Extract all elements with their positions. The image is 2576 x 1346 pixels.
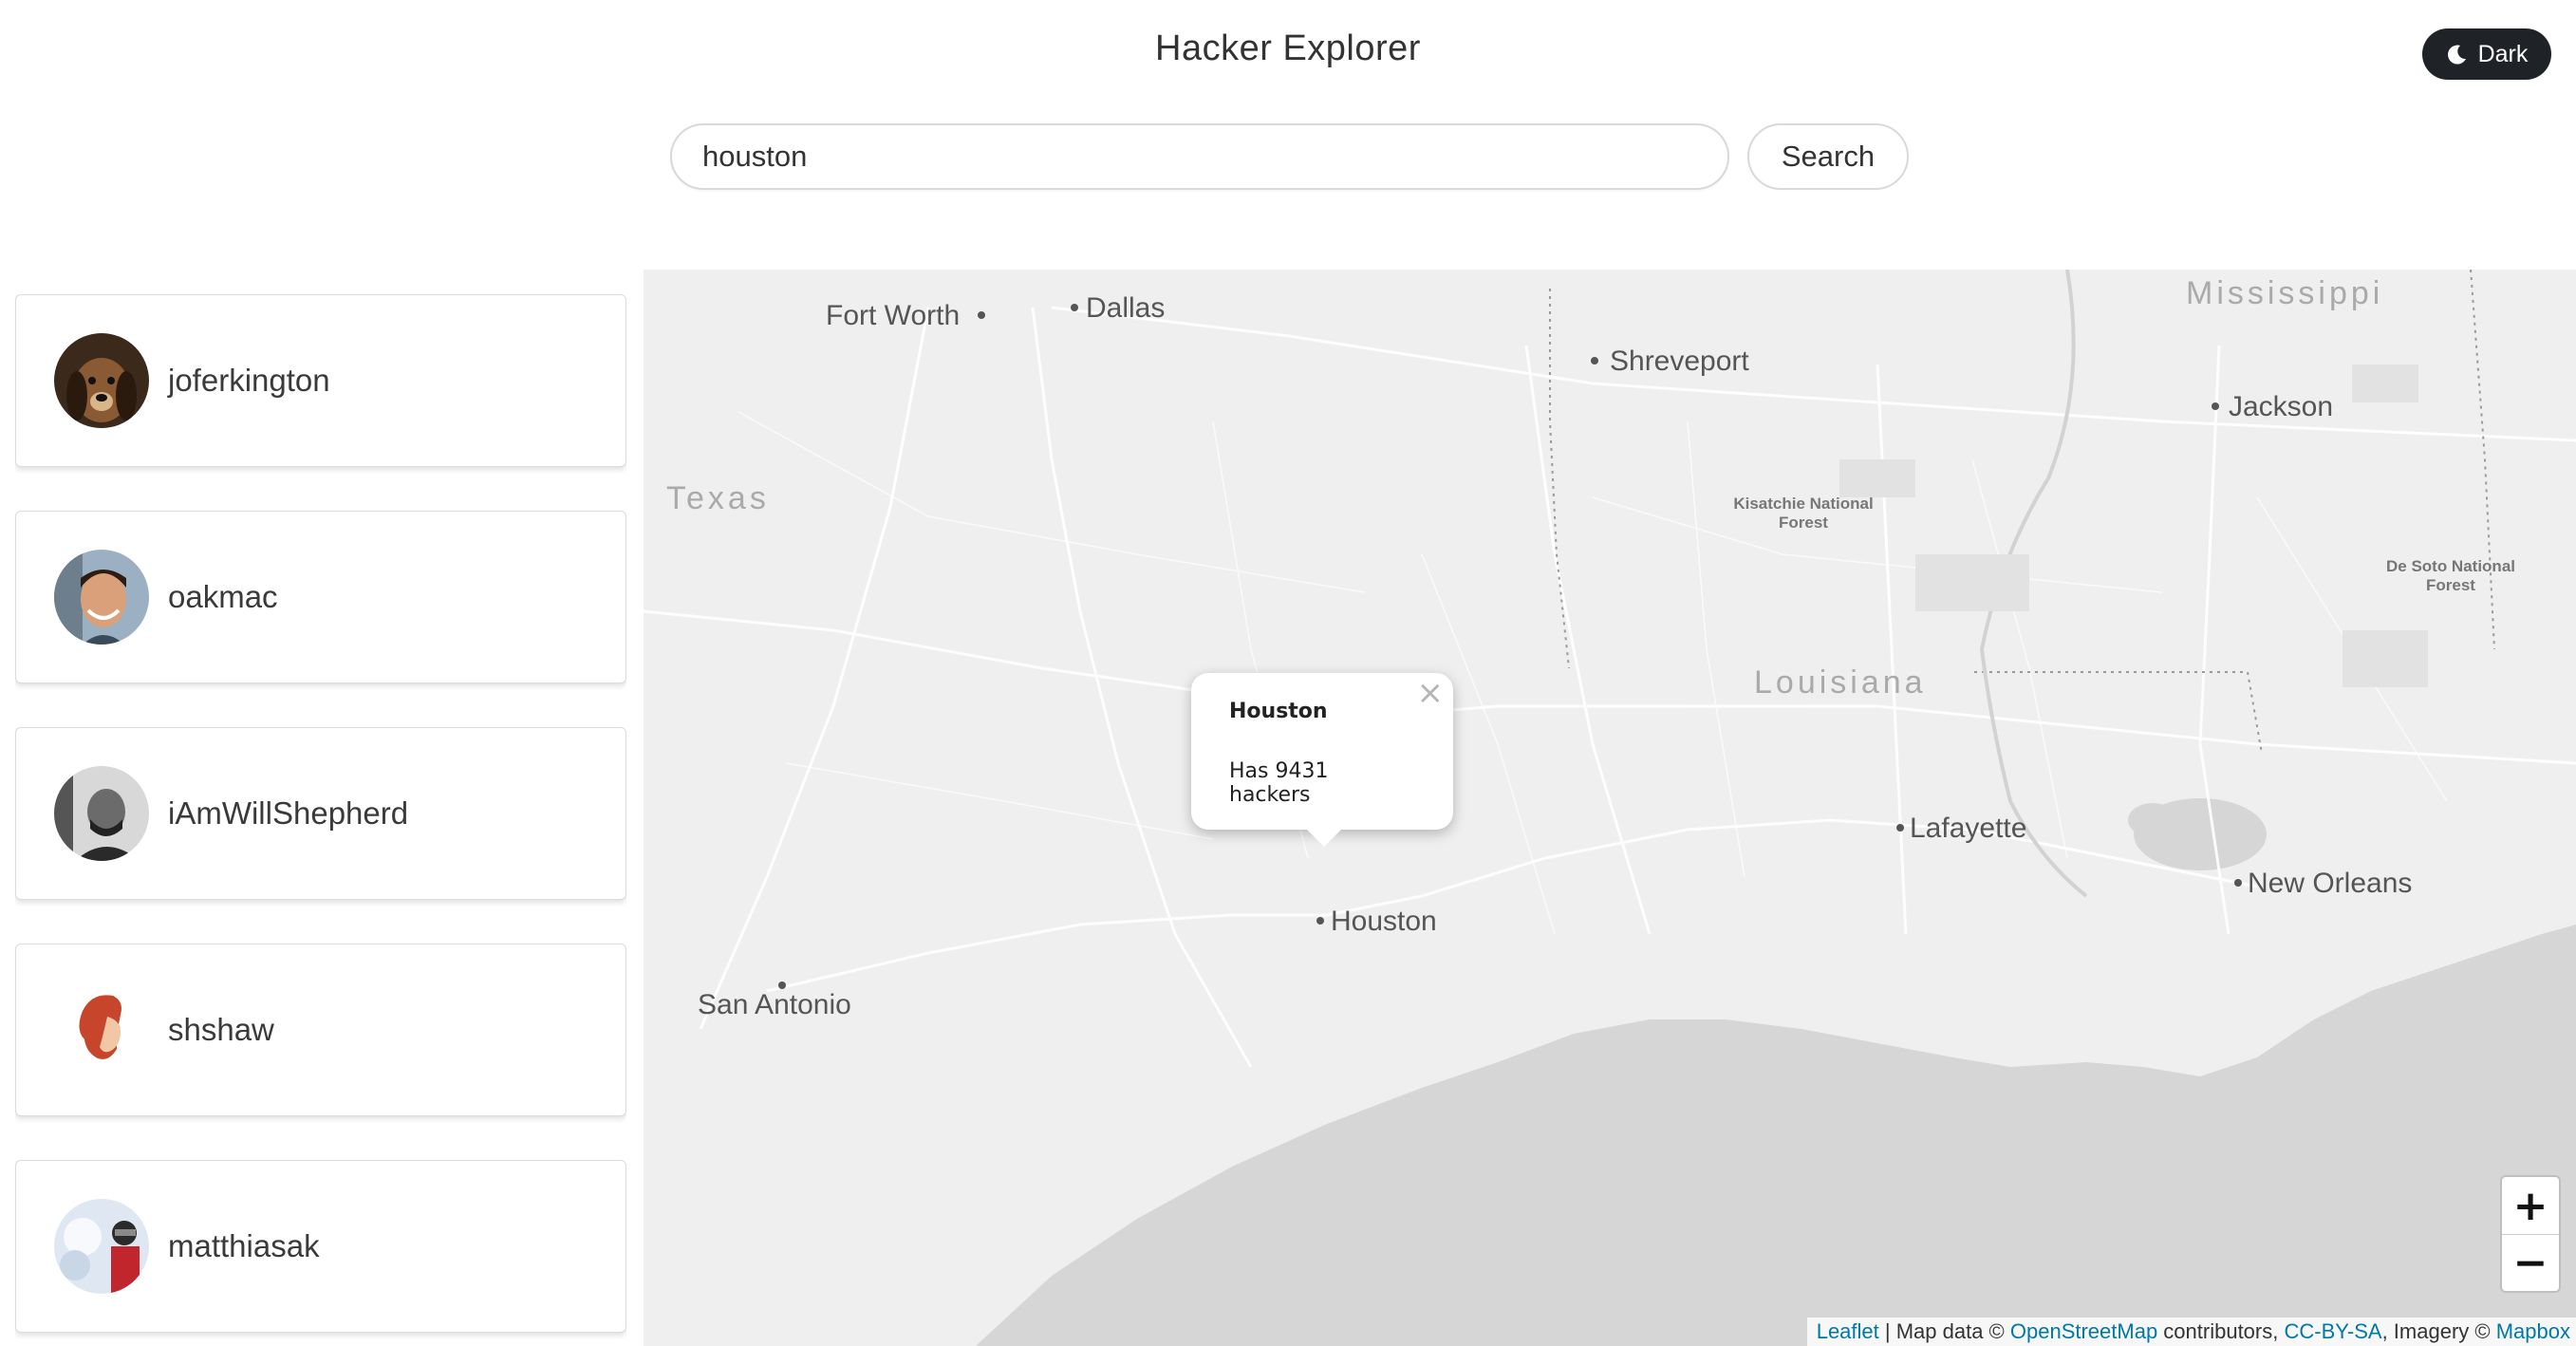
attribution-text: contributors, [2157, 1319, 2285, 1343]
dark-mode-toggle[interactable]: Dark [2422, 28, 2551, 80]
dark-mode-label: Dark [2477, 40, 2529, 67]
avatar-oakmac [54, 550, 149, 645]
user-card[interactable]: matthiasak [15, 1160, 626, 1333]
zoom-in-button[interactable]: + [2502, 1177, 2559, 1234]
map-label-fort-worth: Fort Worth [826, 300, 960, 331]
map-label-houston: Houston [1331, 906, 1437, 937]
user-name: matthiasak [168, 1228, 320, 1263]
user-card[interactable]: oakmac [15, 511, 626, 683]
map[interactable]: Fort Worth Dallas Shreveport Jackson Mis… [644, 270, 2576, 1346]
user-card[interactable]: joferkington [15, 294, 626, 467]
user-name: oakmac [168, 579, 278, 614]
zoom-out-button[interactable]: − [2502, 1234, 2559, 1291]
user-card[interactable]: shshaw [15, 944, 626, 1116]
map-label-san-antonio: San Antonio [698, 989, 851, 1020]
map-label-lafayette: Lafayette [1910, 813, 2026, 844]
mapbox-link[interactable]: Mapbox [2496, 1319, 2570, 1344]
user-name: shshaw [168, 1012, 274, 1047]
app-title: Hacker Explorer [1155, 28, 1421, 68]
map-label-jackson: Jackson [2229, 391, 2333, 422]
zoom-control: + − [2500, 1175, 2561, 1293]
map-tiles: Fort Worth Dallas Shreveport Jackson Mis… [644, 270, 2576, 1346]
user-name: iAmWillShepherd [168, 795, 409, 831]
user-name: joferkington [168, 363, 330, 398]
user-list: joferkington oakmac iAmWillShepherd shsh… [15, 294, 626, 1346]
map-label-louisiana: Louisiana [1754, 664, 1927, 701]
map-label-new-orleans: New Orleans [2248, 868, 2412, 899]
avatar-matthiasak [54, 1199, 149, 1294]
close-icon[interactable]: × [1417, 677, 1445, 709]
avatar-shshaw [54, 982, 149, 1077]
search-input[interactable] [670, 123, 1729, 190]
map-label-shreveport: Shreveport [1610, 346, 1749, 377]
attribution-text: , Imagery © [2381, 1319, 2496, 1343]
search-button[interactable]: Search [1747, 123, 1909, 190]
map-label-texas: Texas [666, 480, 770, 516]
popup-title: Houston [1229, 700, 1328, 723]
map-attribution: Leaflet | Map data © OpenStreetMap contr… [1806, 1318, 2576, 1346]
user-card[interactable]: iAmWillShepherd [15, 727, 626, 900]
avatar-joferkington [54, 333, 149, 428]
map-label-mississippi: Mississippi [2186, 275, 2383, 311]
popup-body: Has 9431 hackers [1229, 759, 1329, 807]
map-label-dallas: Dallas [1086, 292, 1165, 324]
openstreetmap-link[interactable]: OpenStreetMap [2010, 1319, 2157, 1344]
map-popup: × Houston Has 9431 hackers [1191, 673, 1453, 847]
avatar-iamwillshepherd [54, 766, 149, 861]
attribution-text: | Map data © [1878, 1319, 2010, 1343]
moon-icon [2447, 45, 2466, 65]
leaflet-link[interactable]: Leaflet [1817, 1319, 1879, 1344]
cc-by-sa-link[interactable]: CC-BY-SA [2284, 1319, 2381, 1344]
